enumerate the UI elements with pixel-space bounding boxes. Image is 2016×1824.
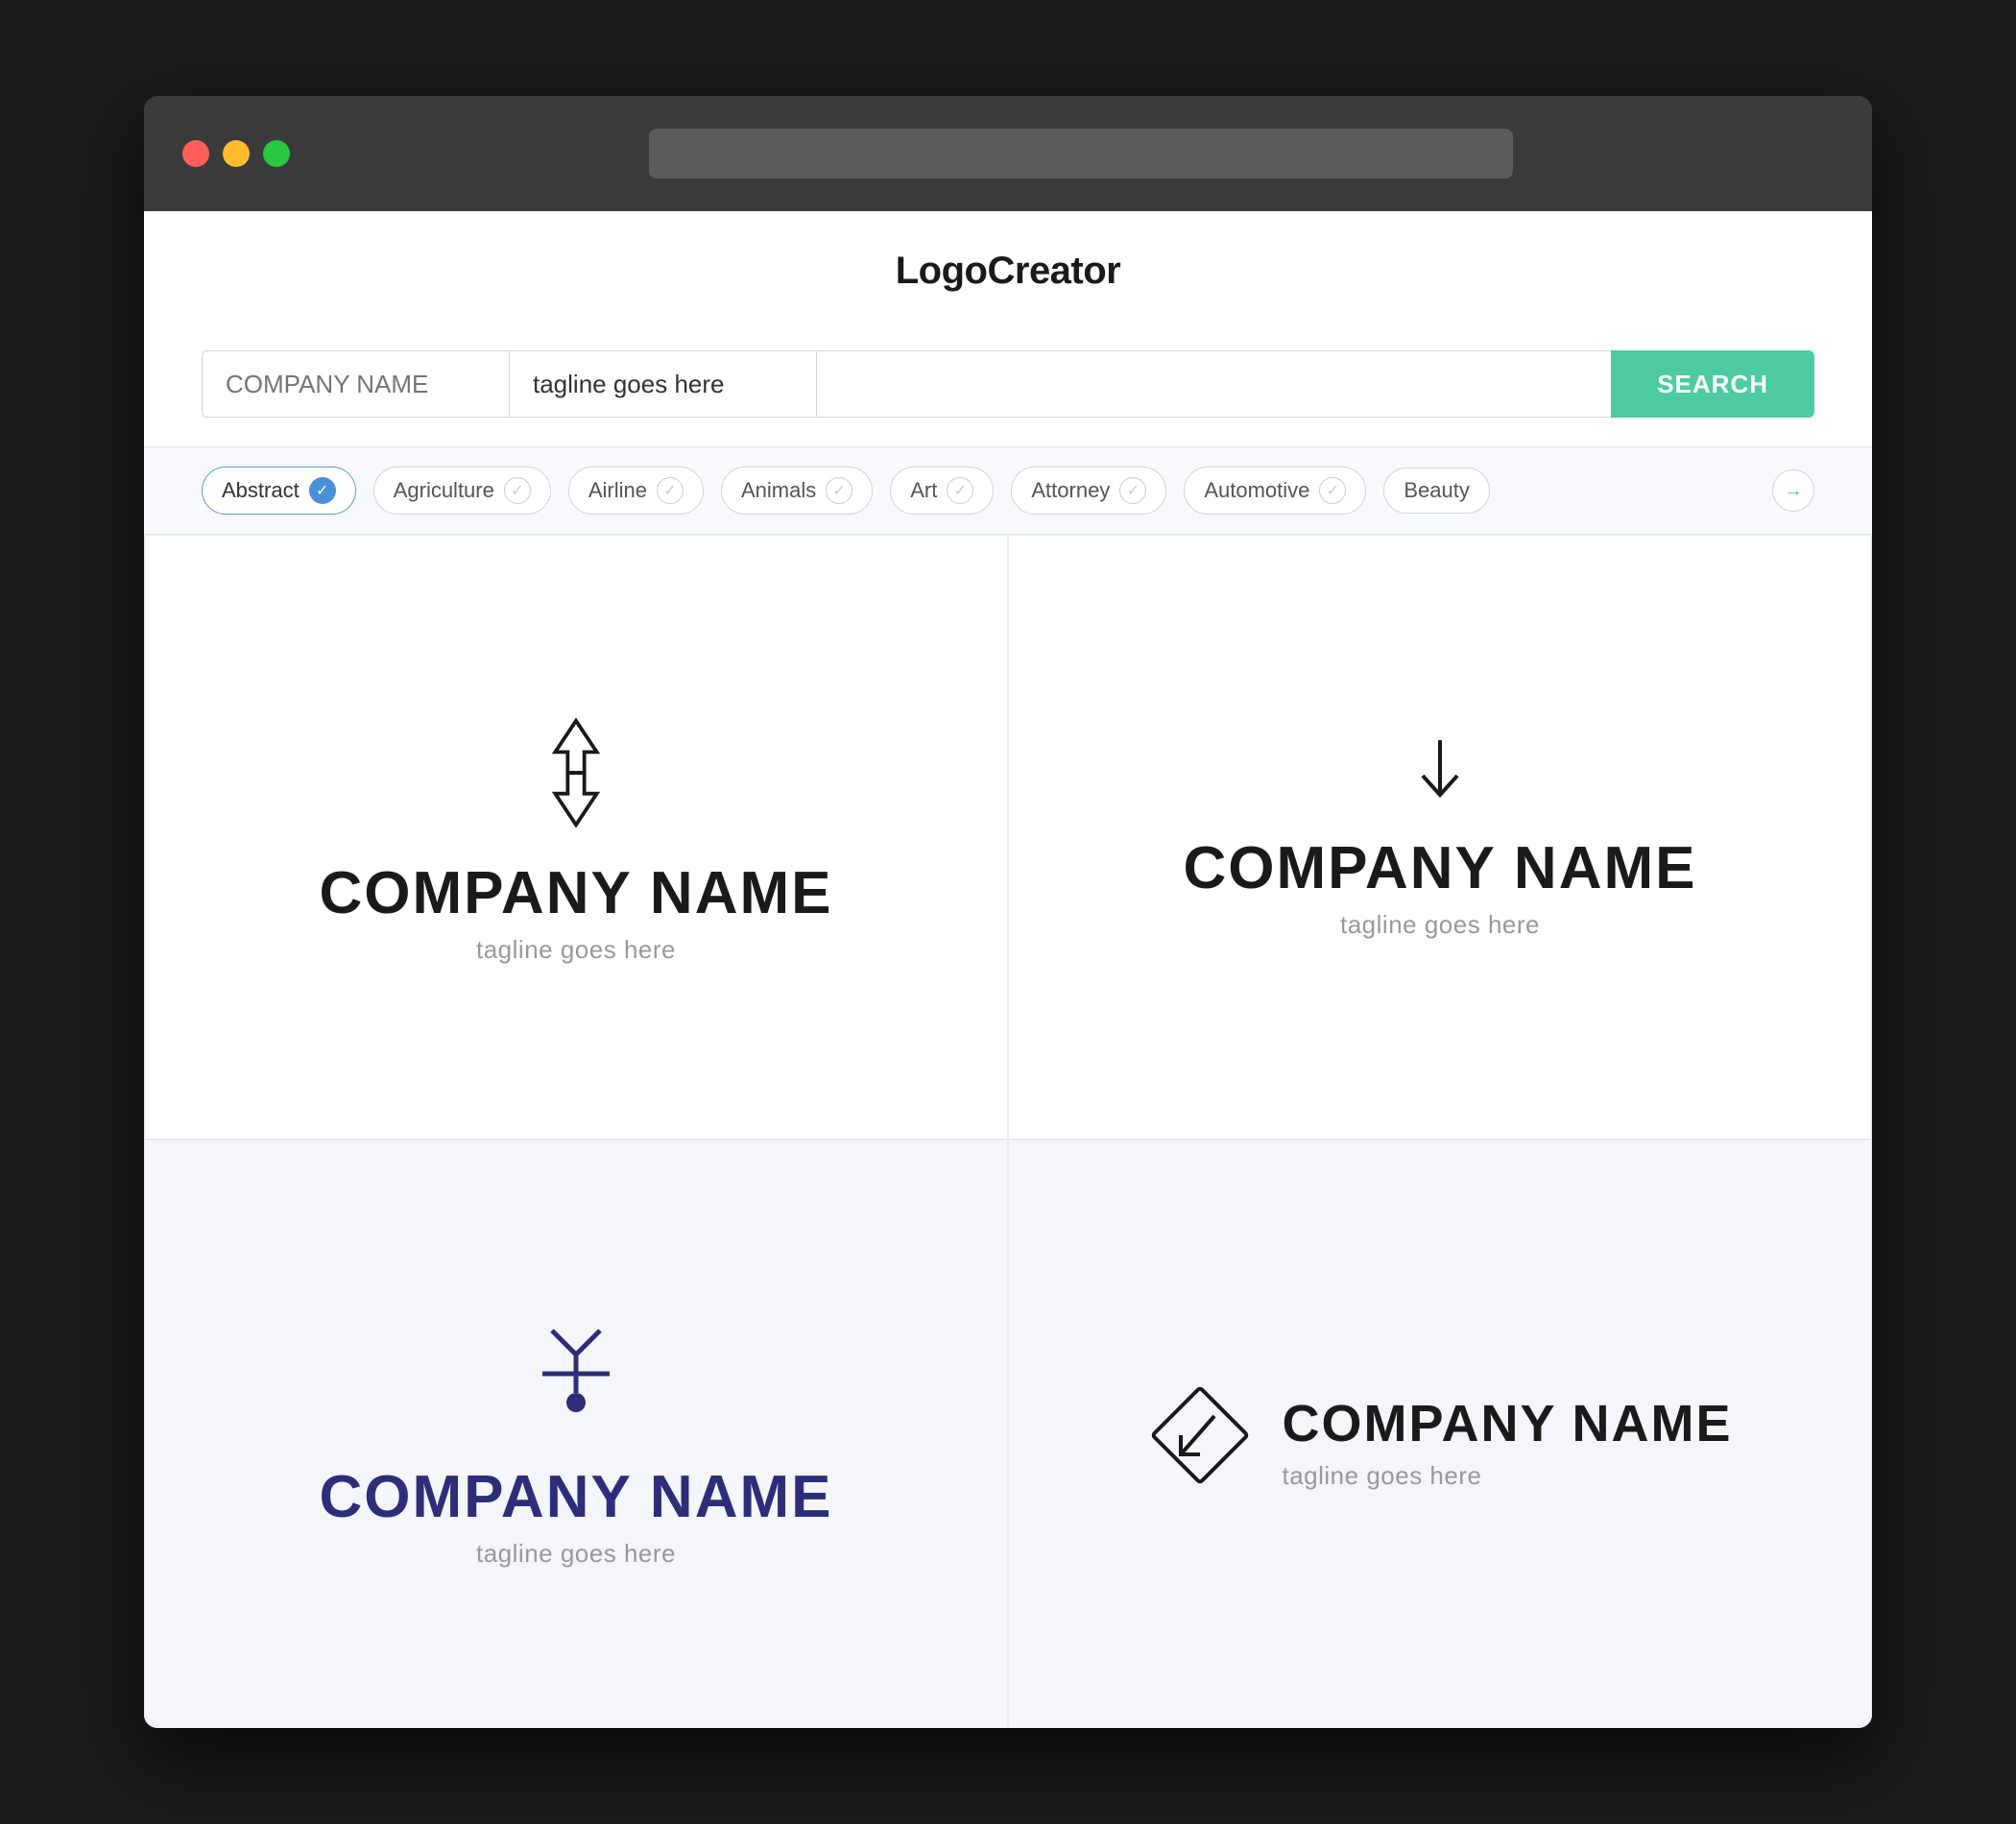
category-label: Attorney (1031, 478, 1110, 503)
company-name-input[interactable] (202, 350, 509, 418)
app-header: LogoCreator (144, 211, 1872, 322)
up-down-arrows-icon (514, 710, 638, 840)
logo-grid: COMPANY NAME tagline goes here COMPANY N… (144, 535, 1872, 1728)
category-label: Art (910, 478, 937, 503)
category-art[interactable]: Art ✓ (890, 467, 994, 515)
check-icon: ✓ (1319, 477, 1346, 504)
down-arrow-icon (1411, 735, 1469, 817)
logo-card-inner-1: COMPANY NAME tagline goes here (320, 710, 833, 965)
category-label: Beauty (1404, 478, 1470, 503)
logo-card-inner-3: COMPANY NAME tagline goes here (320, 1316, 833, 1569)
check-icon: ✓ (947, 477, 973, 504)
category-beauty[interactable]: Beauty (1383, 468, 1490, 514)
close-button[interactable] (182, 140, 209, 167)
category-label: Abstract (222, 478, 300, 503)
maximize-button[interactable] (263, 140, 290, 167)
categories-next-button[interactable]: → (1772, 469, 1814, 512)
categories-bar: Abstract ✓ Agriculture ✓ Airline ✓ Anima… (144, 447, 1872, 535)
check-icon: ✓ (309, 477, 336, 504)
logo3-tagline: tagline goes here (476, 1539, 676, 1569)
minimize-button[interactable] (223, 140, 250, 167)
acrobat-icon (523, 1316, 629, 1446)
logo1-tagline: tagline goes here (476, 935, 676, 965)
check-icon: ✓ (1119, 477, 1146, 504)
logo2-company-name: COMPANY NAME (1184, 834, 1697, 902)
category-attorney[interactable]: Attorney ✓ (1011, 467, 1166, 515)
check-icon: ✓ (504, 477, 531, 504)
url-bar[interactable] (649, 129, 1513, 179)
tagline-input[interactable] (509, 350, 816, 418)
category-automotive[interactable]: Automotive ✓ (1184, 467, 1366, 515)
category-agriculture[interactable]: Agriculture ✓ (373, 467, 551, 515)
category-label: Automotive (1204, 478, 1309, 503)
search-button[interactable]: SEARCH (1611, 350, 1814, 418)
category-abstract[interactable]: Abstract ✓ (202, 467, 356, 515)
logo3-company-name: COMPANY NAME (320, 1463, 833, 1531)
logo-card-inner-2: COMPANY NAME tagline goes here (1184, 735, 1697, 940)
check-icon: ✓ (657, 477, 684, 504)
category-animals[interactable]: Animals ✓ (721, 467, 873, 515)
app-title: LogoCreator (896, 250, 1121, 292)
logo-card-2[interactable]: COMPANY NAME tagline goes here (1008, 535, 1872, 1140)
traffic-lights (182, 140, 290, 167)
logo4-layout: COMPANY NAME tagline goes here (1147, 1382, 1732, 1502)
browser-window: LogoCreator SEARCH Abstract ✓ Agricultur… (144, 96, 1872, 1728)
logo2-tagline: tagline goes here (1340, 910, 1540, 940)
category-label: Agriculture (394, 478, 494, 503)
browser-content: LogoCreator SEARCH Abstract ✓ Agricultur… (144, 211, 1872, 1728)
category-airline[interactable]: Airline ✓ (568, 467, 704, 515)
logo1-company-name: COMPANY NAME (320, 859, 833, 927)
logo-card-3[interactable]: COMPANY NAME tagline goes here (144, 1140, 1008, 1728)
category-label: Animals (741, 478, 816, 503)
browser-titlebar (144, 96, 1872, 211)
logo4-tagline: tagline goes here (1282, 1461, 1732, 1491)
logo4-company-name: COMPANY NAME (1282, 1394, 1732, 1453)
search-bar: SEARCH (144, 322, 1872, 447)
logo-card-4[interactable]: COMPANY NAME tagline goes here (1008, 1140, 1872, 1728)
logo4-text: COMPANY NAME tagline goes here (1282, 1394, 1732, 1491)
diamond-arrow-icon (1147, 1382, 1253, 1502)
keyword-input[interactable] (816, 350, 1611, 418)
category-label: Airline (588, 478, 647, 503)
logo-card-1[interactable]: COMPANY NAME tagline goes here (144, 535, 1008, 1140)
check-icon: ✓ (826, 477, 852, 504)
logo-card-inner-4: COMPANY NAME tagline goes here (1147, 1382, 1732, 1502)
